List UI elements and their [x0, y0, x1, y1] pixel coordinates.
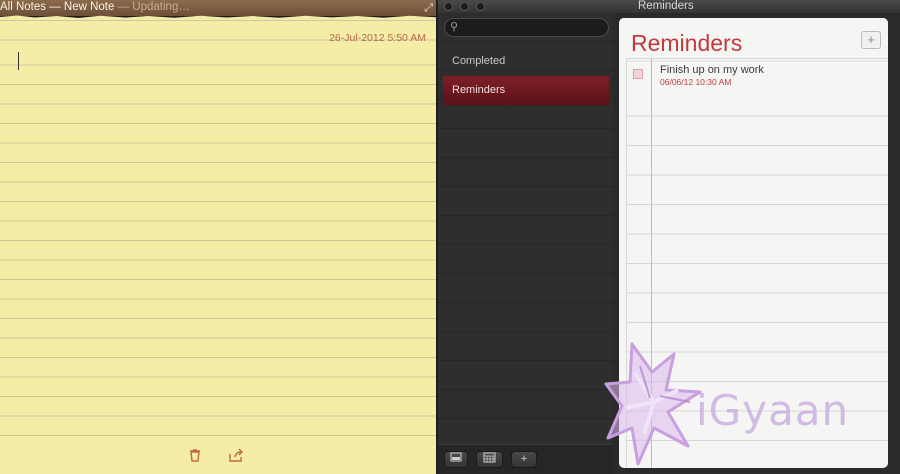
watermark-text: iGyaan	[696, 386, 850, 435]
reminder-title[interactable]: Finish up on my work	[660, 64, 764, 76]
calendar-icon[interactable]	[476, 451, 503, 468]
search-input[interactable]: ⚲	[444, 18, 609, 37]
add-list-button[interactable]: +	[511, 451, 537, 468]
share-icon[interactable]	[228, 448, 244, 465]
reminder-checkbox[interactable]	[633, 69, 643, 79]
close-window-button[interactable]	[444, 2, 453, 11]
sidebar-item-reminders[interactable]: Reminders	[443, 76, 609, 105]
list-header: Reminders +	[619, 18, 888, 58]
notes-status: — Updating…	[117, 1, 190, 13]
zoom-window-button[interactable]	[476, 2, 485, 11]
notes-title: All Notes — New Note	[0, 1, 115, 13]
reminder-due-date: 06/06/12 10:30 AM	[660, 77, 732, 87]
reminders-titlebar: Reminders	[438, 0, 900, 13]
minimize-window-button[interactable]	[460, 2, 469, 11]
toggle-sidebar-button[interactable]	[444, 451, 468, 468]
note-editor[interactable]: 26-Jul-2012 5:50 AM	[0, 20, 436, 474]
sidebar-item-completed[interactable]: Completed	[443, 47, 609, 76]
notes-footer	[0, 444, 436, 474]
text-caret	[18, 52, 19, 70]
fullscreen-icon[interactable]: ⤢	[424, 1, 433, 16]
watermark-logo-icon	[604, 342, 702, 466]
notes-titlebar: All Notes — New Note — Updating… ⤢	[0, 0, 436, 16]
reminders-sidebar: ⚲ Completed Reminders	[438, 13, 613, 474]
window-title: Reminders	[638, 0, 694, 12]
trash-icon[interactable]	[188, 448, 202, 465]
search-icon: ⚲	[450, 21, 459, 33]
note-date: 26-Jul-2012 5:50 AM	[329, 32, 426, 44]
notes-window: All Notes — New Note — Updating… ⤢ 26-Ju…	[0, 0, 436, 474]
watermark: iGyaan	[596, 336, 896, 474]
add-reminder-button[interactable]: +	[861, 31, 881, 49]
list-title: Reminders	[631, 30, 743, 56]
